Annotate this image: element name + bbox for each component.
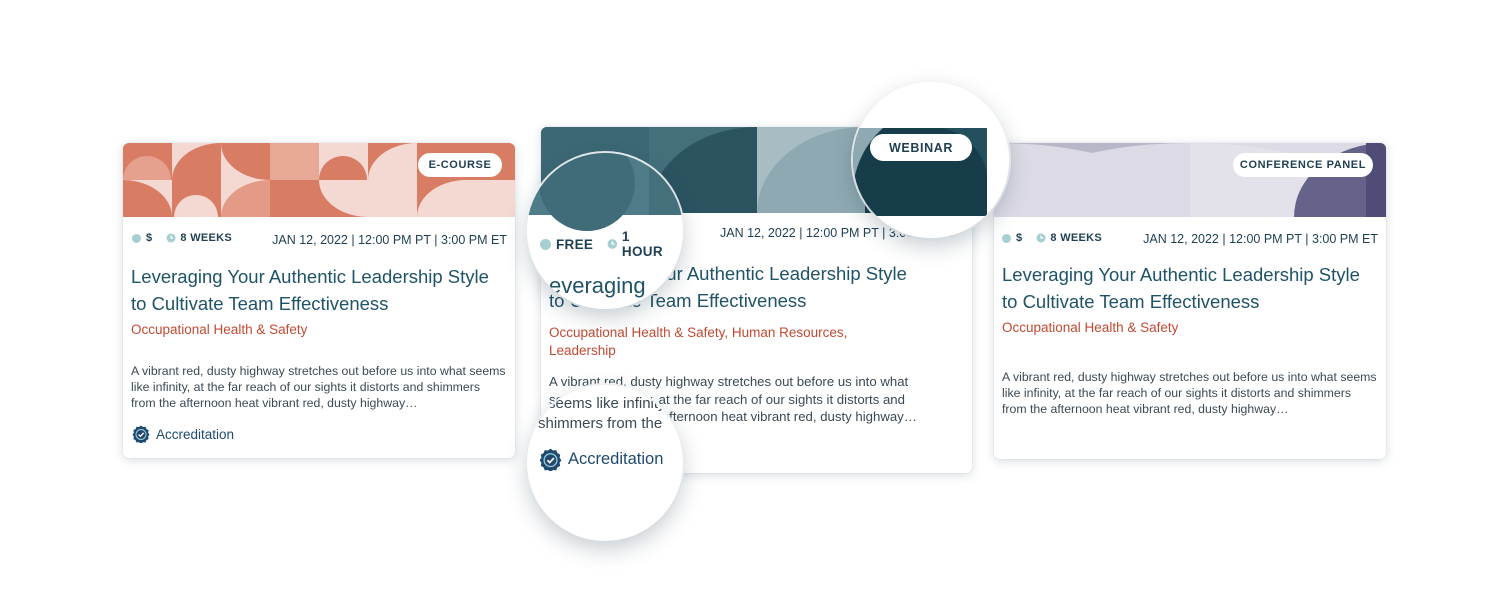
course-type-badge: E-COURSE xyxy=(418,153,502,177)
magnified-title-fragment: everaging xyxy=(549,273,646,298)
card-category[interactable]: Occupational Health & Safety xyxy=(131,321,501,339)
card-description: A vibrant red, dusty highway stretches o… xyxy=(1002,370,1377,416)
magnifier-accreditation: seems like infinity shimmers from the Ac… xyxy=(527,385,683,541)
course-card-ecourse[interactable]: E-COURSE $ 8 WEEKS JAN 12, 2022 | 12:00 … xyxy=(123,143,515,458)
duration-tag: 1 HOUR xyxy=(607,229,669,259)
badge-check-icon xyxy=(132,425,150,443)
clock-icon xyxy=(166,233,176,243)
card-category[interactable]: Occupational Health & Safety xyxy=(1002,319,1372,337)
card-title[interactable]: Leveraging Your Authentic Leadership Sty… xyxy=(131,263,511,317)
price-tag: $ xyxy=(132,232,152,244)
accreditation-label: Accreditation xyxy=(539,448,663,471)
duration-tag: 8 WEEKS xyxy=(1036,232,1102,244)
event-date: JAN 12, 2022 | 12:00 PM PT | 3:00 PM ET xyxy=(1143,232,1378,246)
dot-icon xyxy=(132,233,141,243)
card-title[interactable]: Leveraging Your Authentic Leadership Sty… xyxy=(1002,261,1382,315)
clock-icon xyxy=(607,239,618,249)
card-description: A vibrant red, dusty highway stretches o… xyxy=(131,364,506,410)
course-type-badge: WEBINAR xyxy=(870,134,972,161)
magnified-description-fragment: seems like infinity xyxy=(548,395,666,412)
price-tag: FREE xyxy=(540,237,593,252)
magnifier-card-meta: FREE 1 HOUR everaging xyxy=(527,153,683,309)
course-type-badge: CONFERENCE PANEL xyxy=(1233,153,1373,177)
card-category[interactable]: Occupational Health & Safety, Human Reso… xyxy=(549,324,909,360)
card-meta: $ 8 WEEKS xyxy=(132,232,246,244)
card-meta: $ 8 WEEKS xyxy=(1002,232,1116,244)
magnifier-webinar-badge: WEBINAR xyxy=(853,82,1009,238)
event-date: JAN 12, 2022 | 12:00 PM PT | 3:00 PM ET xyxy=(272,233,507,247)
course-card-conference-panel[interactable]: CONFERENCE PANEL $ 8 WEEKS JAN 12, 2022 … xyxy=(994,143,1386,459)
dot-icon xyxy=(540,238,551,250)
magnified-description-fragment: shimmers from the xyxy=(538,415,663,432)
card-meta: FREE 1 HOUR xyxy=(540,229,683,259)
clock-icon xyxy=(1036,233,1046,243)
badge-check-icon xyxy=(539,448,562,471)
accreditation-label: Accreditation xyxy=(132,425,234,443)
duration-tag: 8 WEEKS xyxy=(166,232,232,244)
